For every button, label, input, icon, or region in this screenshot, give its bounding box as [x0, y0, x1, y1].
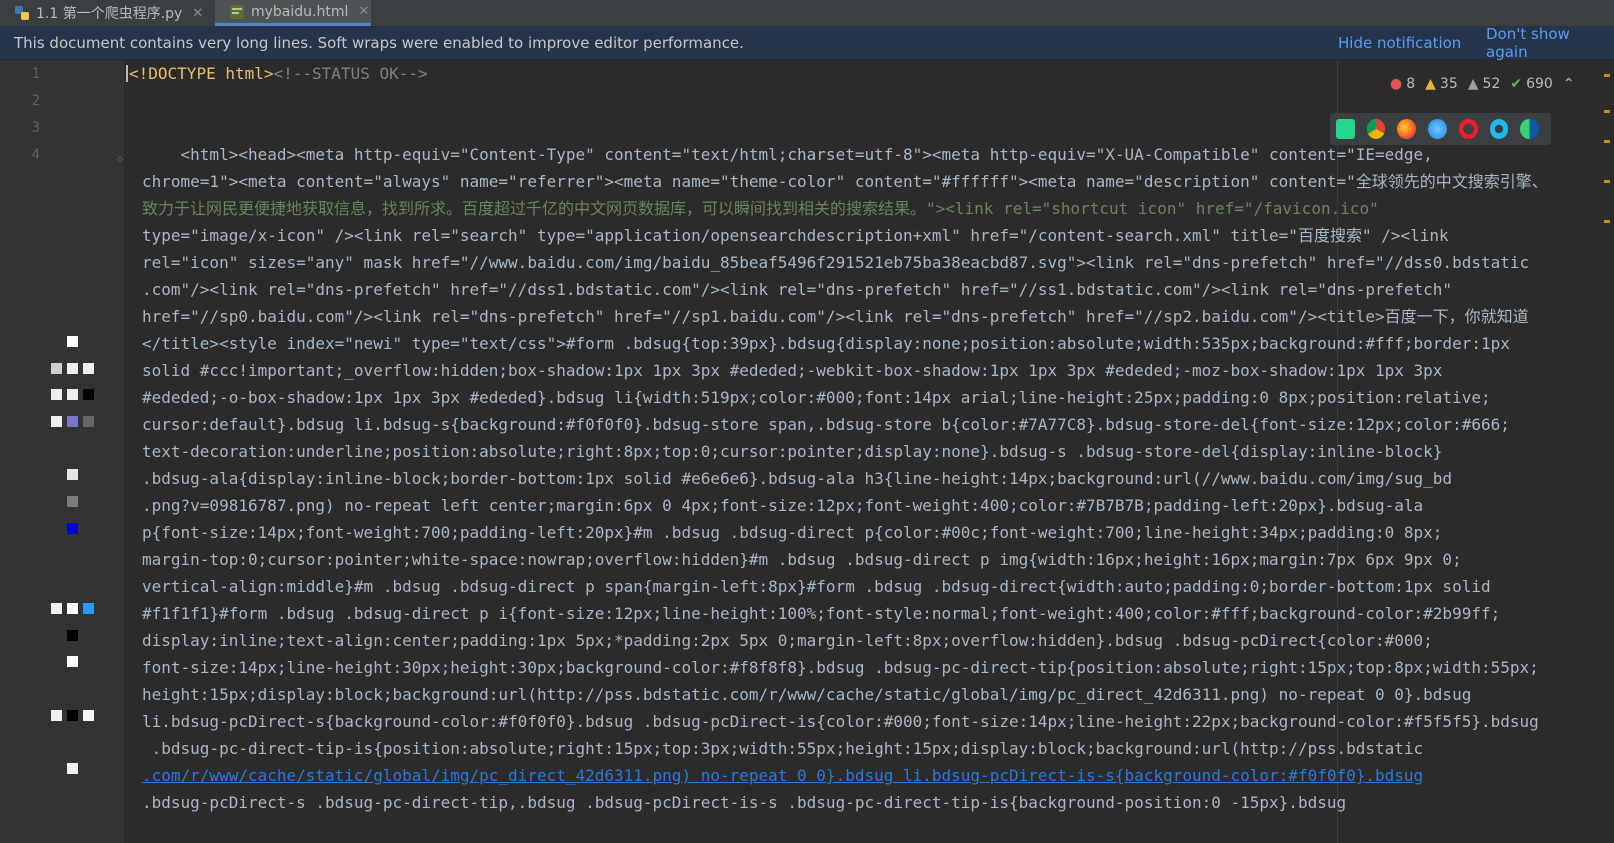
code-line-4-wrap: margin-top:0;cursor:pointer;white-space:…	[142, 550, 1462, 569]
color-swatch[interactable]	[67, 496, 78, 507]
code-line-4-wrap: font-size:14px;line-height:30px;height:3…	[142, 658, 1539, 677]
code-line-4-wrap: 致力于让网民更便捷地获取信息，找到所求。百度超过千亿的中文网页数据库，可以瞬间找…	[142, 199, 1379, 218]
code-line-4-wrap: .bdsug-ala{display:inline-block;border-b…	[142, 469, 1453, 488]
warning-icon: ▲	[1425, 76, 1436, 92]
opera-icon[interactable]	[1458, 119, 1478, 139]
code-line-4-wrap: #ededed;-o-box-shadow:1px 1px 3px #edede…	[142, 388, 1491, 407]
code-line-1: <!DOCTYPE html><!--STATUS OK-->	[126, 60, 428, 87]
close-icon[interactable]: ✕	[192, 6, 203, 21]
error-icon: ●	[1390, 76, 1403, 92]
ie-icon[interactable]	[1489, 119, 1509, 139]
color-swatch[interactable]	[67, 710, 78, 721]
hide-notification-link[interactable]: Hide notification	[1338, 34, 1461, 52]
color-swatch[interactable]	[67, 763, 78, 774]
chevron-up-icon[interactable]: ⌃	[1563, 76, 1575, 92]
color-swatch[interactable]	[67, 416, 78, 427]
scrollbar-marker[interactable]	[1604, 140, 1610, 143]
scrollbar-marker[interactable]	[1604, 110, 1610, 113]
code-line-4-wrap: .com"/><link rel="dns-prefetch" href="//…	[142, 280, 1453, 299]
color-swatch[interactable]	[67, 523, 78, 534]
color-swatch[interactable]	[67, 336, 78, 347]
code-line-4-wrap: rel="icon" sizes="any" mask href="//www.…	[142, 253, 1530, 272]
warning-count: 35	[1439, 76, 1458, 92]
color-swatch[interactable]	[67, 656, 78, 667]
tab-mybaidu-html[interactable]: mybaidu.html ✕	[215, 0, 371, 26]
color-swatch[interactable]	[83, 363, 94, 374]
color-swatch[interactable]	[83, 389, 94, 400]
dont-show-again-link[interactable]: Don't show again	[1486, 25, 1614, 61]
python-file-icon	[14, 5, 30, 21]
code-line-4-wrap: solid #ccc!important;_overflow:hidden;bo…	[142, 361, 1443, 380]
tab-label: 1.1 第一个爬虫程序.py	[36, 6, 183, 22]
inspection-widget[interactable]: ● 8 ▲ 35 ▲ 52 ✔ 690 ⌃	[1390, 74, 1579, 94]
tab-python-file[interactable]: 1.1 第一个爬虫程序.py ✕	[0, 0, 212, 26]
firefox-icon[interactable]	[1397, 119, 1417, 139]
close-icon[interactable]: ✕	[358, 4, 369, 19]
error-count: 8	[1406, 76, 1416, 92]
code-line-4-wrap: p{font-size:14px;font-weight:700;padding…	[142, 523, 1443, 542]
editor-tab-bar: 1.1 第一个爬虫程序.py ✕ mybaidu.html ✕	[0, 0, 1614, 27]
open-in-browser-toolbar	[1330, 113, 1551, 145]
ok-count: 690	[1526, 76, 1553, 92]
code-line-4-wrap: href="//sp0.baidu.com"/><link rel="dns-p…	[142, 307, 1529, 326]
code-line-4-wrap: vertical-align:middle}#m .bdsug .bdsug-d…	[142, 577, 1491, 596]
color-swatch[interactable]	[67, 363, 78, 374]
scrollbar-marker[interactable]	[1604, 74, 1610, 77]
color-swatch[interactable]	[51, 710, 62, 721]
color-swatch[interactable]	[51, 363, 62, 374]
line-number: 3	[31, 120, 40, 136]
code-line-4-wrap: height:15px;display:block;background:url…	[142, 685, 1472, 704]
edge-icon[interactable]	[1520, 119, 1540, 139]
text-cursor	[126, 65, 128, 82]
code-line-4-wrap: chrome=1"><meta content="always" name="r…	[142, 172, 1548, 191]
color-swatch[interactable]	[83, 710, 94, 721]
safari-icon[interactable]	[1428, 119, 1447, 139]
code-line-4-wrap: <html><head><meta http-equiv="Content-Ty…	[142, 145, 1433, 164]
html-file-icon	[229, 4, 245, 20]
color-swatch[interactable]	[51, 389, 62, 400]
color-swatch[interactable]	[67, 603, 78, 614]
checkmark-icon: ✔	[1510, 76, 1523, 92]
code-line-4-wrap: .png?v=09816787.png) no-repeat left cent…	[142, 496, 1424, 515]
code-line-4-wrap: display:inline;text-align:center;padding…	[142, 631, 1433, 650]
color-swatch[interactable]	[51, 416, 62, 427]
scrollbar-marker[interactable]	[1604, 180, 1610, 183]
code-line-4-wrap: type="image/x-icon" /><link rel="search"…	[142, 226, 1449, 245]
tab-label: mybaidu.html	[251, 3, 349, 20]
weak-warning-count: 52	[1482, 76, 1501, 92]
code-line-4-wrap: </title><style index="newi" type="text/c…	[142, 334, 1510, 353]
color-swatch[interactable]	[67, 469, 78, 480]
code-line-4-wrap: text-decoration:underline;position:absol…	[142, 442, 1443, 461]
line-number: 4	[31, 147, 40, 163]
color-swatch[interactable]	[67, 389, 78, 400]
line-number-gutter: 1 2 3 4	[0, 60, 124, 843]
pycharm-icon[interactable]	[1336, 119, 1355, 139]
line-number: 2	[31, 93, 40, 109]
long-lines-notification: This document contains very long lines. …	[0, 25, 1614, 61]
notification-message: This document contains very long lines. …	[14, 34, 744, 52]
color-swatch[interactable]	[51, 603, 62, 614]
color-swatch[interactable]	[67, 630, 78, 641]
code-line-4-wrap: cursor:default}.bdsug li.bdsug-s{backgro…	[142, 415, 1510, 434]
line-number: 1	[31, 66, 40, 82]
code-line-4-wrap: .bdsug-pc-direct-tip-is{position:absolut…	[142, 739, 1424, 758]
color-swatch[interactable]	[83, 603, 94, 614]
scrollbar-marker[interactable]	[1604, 220, 1610, 223]
weak-warning-icon: ▲	[1467, 76, 1479, 92]
code-line-4-wrap: li.bdsug-pcDirect-s{background-color:#f0…	[142, 712, 1539, 731]
code-editor[interactable]: <!DOCTYPE html><!--STATUS OK--> <html><h…	[124, 60, 1614, 843]
color-swatch[interactable]	[83, 416, 94, 427]
code-line-4-wrap: #f1f1f1}#form .bdsug .bdsug-direct p i{f…	[142, 604, 1501, 623]
code-line-4-wrap: .bdsug-pcDirect-s .bdsug-pc-direct-tip,.…	[142, 793, 1347, 812]
code-line-4-wrap: .com/r/www/cache/static/global/img/pc_di…	[142, 766, 1424, 785]
chrome-icon[interactable]	[1366, 119, 1386, 139]
